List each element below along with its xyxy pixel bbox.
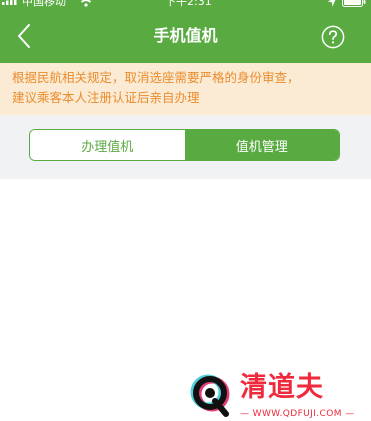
help-button[interactable] [321, 25, 345, 49]
watermark-title: 清道夫 [240, 372, 324, 403]
watermark: 清道夫 — WWW.QDFUJI.COM — [188, 372, 358, 421]
tab-check-in-management[interactable]: 值机管理 [184, 130, 339, 160]
question-circle-icon [321, 25, 345, 49]
cellular-signal-icon [2, 0, 17, 5]
carrier-name: 中国移动 [22, 0, 66, 8]
notice-line-2: 建议乘客本人注册认证后亲自办理 [12, 90, 200, 105]
status-time: 下午2:31 [165, 0, 212, 8]
notice-line-1: 根据民航相关规定，取消选座需要严格的身份审查， [12, 70, 300, 85]
watermark-url: — WWW.QDFUJI.COM — [240, 409, 355, 419]
tab-check-in[interactable]: 办理值机 [30, 130, 185, 160]
page-title: 手机值机 [153, 26, 218, 45]
status-bar: 中国移动 下午2:31 [0, 0, 371, 10]
tab-bar-area: 办理值机 值机管理 [0, 115, 371, 179]
notice-banner: 根据民航相关规定，取消选座需要严格的身份审查， 建议乘客本人注册认证后亲自办理 [0, 63, 371, 115]
location-arrow-icon [327, 0, 336, 7]
wifi-icon [79, 0, 93, 7]
app-header: 中国移动 下午2:31 手机值机 [0, 0, 371, 63]
navigation-bar: 手机值机 [0, 10, 371, 63]
battery-icon [342, 0, 366, 7]
segmented-control: 办理值机 值机管理 [29, 129, 340, 161]
watermark-logo-icon [190, 374, 230, 417]
